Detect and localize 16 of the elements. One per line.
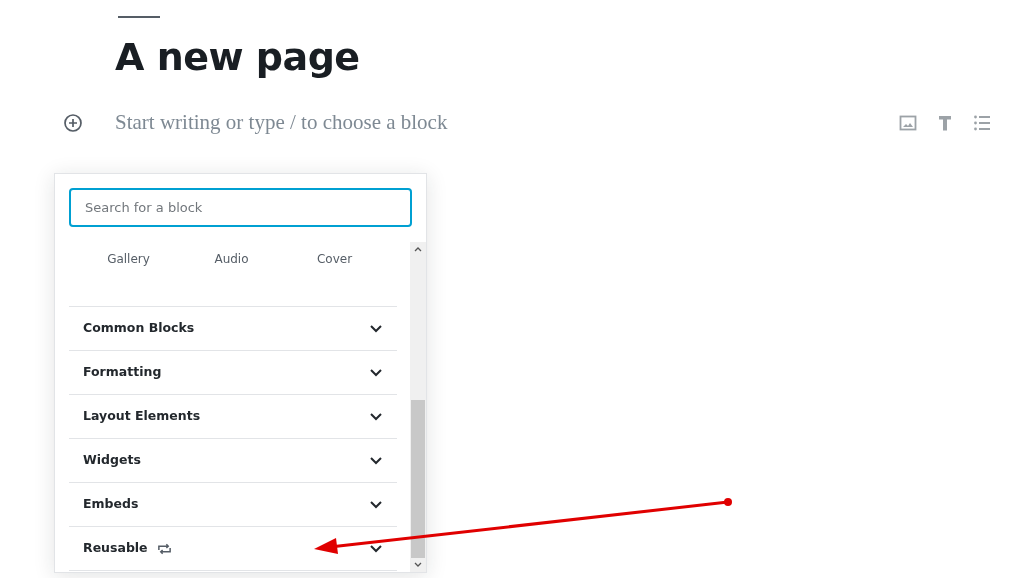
page-title[interactable]: A new page: [115, 37, 360, 79]
repeat-icon: [156, 542, 172, 555]
category-toggle[interactable]: Embeds: [69, 483, 397, 527]
block-item[interactable]: Audio: [180, 250, 283, 306]
block-item[interactable]: Cover: [283, 250, 386, 306]
category-toggle[interactable]: Common Blocks: [69, 307, 397, 351]
scroll-up-icon[interactable]: [414, 246, 422, 252]
category-toggle[interactable]: Layout Elements: [69, 395, 397, 439]
add-block-icon[interactable]: [63, 112, 83, 133]
scroll-down-icon[interactable]: [414, 562, 422, 568]
block-item[interactable]: Gallery: [77, 250, 180, 306]
category-toggle[interactable]: Widgets: [69, 439, 397, 483]
search-field[interactable]: Search for a block: [69, 188, 412, 227]
category-toggle[interactable]: Formatting: [69, 351, 397, 395]
block-placeholder[interactable]: Start writing or type / to choose a block: [115, 107, 448, 139]
scrollbar[interactable]: [410, 242, 426, 572]
